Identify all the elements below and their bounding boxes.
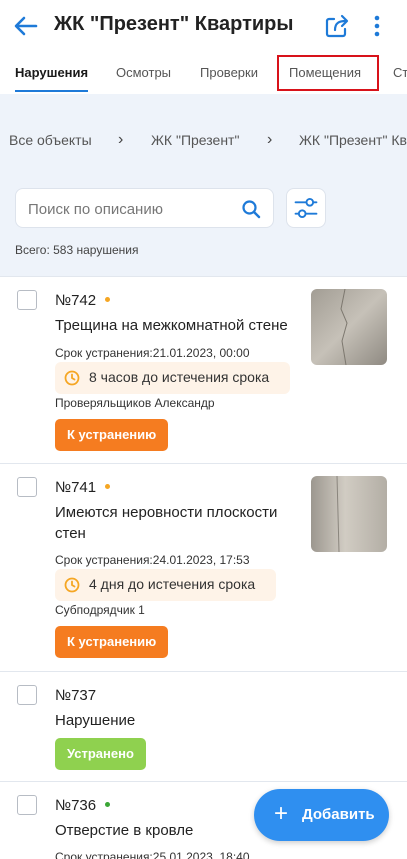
clock-icon [64, 370, 80, 386]
violation-description: Имеются неровности плоскости стен [55, 504, 278, 542]
search-box [15, 188, 274, 228]
tab-inspections[interactable]: Осмотры [116, 52, 171, 94]
search-icon[interactable] [241, 199, 261, 219]
violation-number: №742 [55, 292, 97, 309]
filter-button[interactable] [286, 188, 326, 228]
tab-more[interactable]: Ст [393, 52, 407, 94]
time-remaining-badge: 4 дня до истечения срока [55, 569, 276, 601]
violation-number: №737 [55, 687, 97, 704]
select-checkbox[interactable] [17, 477, 37, 497]
tab-violations[interactable]: Нарушения [15, 52, 89, 94]
wall-crack-photo [311, 289, 387, 365]
violation-card[interactable]: №742 Трещина на межкомнатной стене Срок … [0, 276, 407, 463]
more-vertical-icon[interactable] [366, 11, 388, 41]
deadline-text: Срок устранения:21.01.2023, 00:00 [55, 346, 250, 360]
clock-icon [64, 577, 80, 593]
time-remaining-text: 8 часов до истечения срока [89, 369, 270, 385]
deadline-text: Срок устранения:24.01.2023, 17:53 [55, 553, 250, 567]
app-header: ЖК "Презент" Квартиры [0, 0, 407, 52]
priority-dot [105, 297, 110, 302]
page-title: ЖК "Презент" Квартиры [54, 13, 294, 35]
status-badge[interactable]: К устранению [55, 419, 169, 451]
add-button-label: Добавить [302, 806, 375, 823]
assignee-name: Проверяльщиков Александр [55, 396, 215, 410]
select-checkbox[interactable] [17, 795, 37, 815]
total-count: Всего: 583 нарушения [15, 243, 139, 257]
violation-description: Трещина на межкомнатной стене [55, 317, 288, 334]
arrow-left-icon[interactable] [12, 12, 40, 40]
violation-number: №741 [55, 479, 97, 496]
violation-photo[interactable] [311, 289, 387, 365]
assignee-name: Субподрядчик 1 [55, 603, 145, 617]
select-checkbox[interactable] [17, 290, 37, 310]
sliders-icon [294, 198, 318, 218]
breadcrumb-all-objects[interactable]: Все объекты [9, 132, 92, 148]
status-badge[interactable]: Устранено [55, 738, 146, 770]
violation-description: Нарушение [55, 712, 136, 729]
violation-card[interactable]: №737 Нарушение Устранено [0, 671, 407, 781]
time-remaining-text: 4 дня до истечения срока [89, 576, 256, 592]
breadcrumb: Все объекты › ЖК "Презент" › ЖК "Презент… [0, 132, 407, 152]
time-remaining-badge: 8 часов до истечения срока [55, 362, 290, 394]
share-icon[interactable] [322, 11, 352, 41]
tab-premises-highlight [277, 55, 379, 91]
breadcrumb-complex[interactable]: ЖК "Презент" [151, 132, 239, 148]
deadline-text: Срок устранения:25.01.2023, 18:40 [55, 850, 250, 859]
violation-number: №736 [55, 797, 97, 814]
tab-checks[interactable]: Проверки [200, 52, 258, 94]
add-button[interactable]: + Добавить [254, 789, 389, 841]
plus-icon: + [274, 800, 289, 827]
search-input[interactable] [28, 198, 238, 220]
violation-photo[interactable] [311, 476, 387, 552]
violation-card[interactable]: №741 Имеются неровности плоскости стен С… [0, 463, 407, 671]
breadcrumb-flats[interactable]: ЖК "Презент" Кв [299, 132, 407, 148]
priority-dot [105, 802, 110, 807]
status-badge[interactable]: К устранению [55, 626, 169, 658]
breadcrumb-separator: › [267, 132, 273, 148]
select-checkbox[interactable] [17, 685, 37, 705]
breadcrumb-separator: › [118, 132, 124, 148]
wall-photo [311, 476, 387, 552]
priority-dot [105, 484, 110, 489]
